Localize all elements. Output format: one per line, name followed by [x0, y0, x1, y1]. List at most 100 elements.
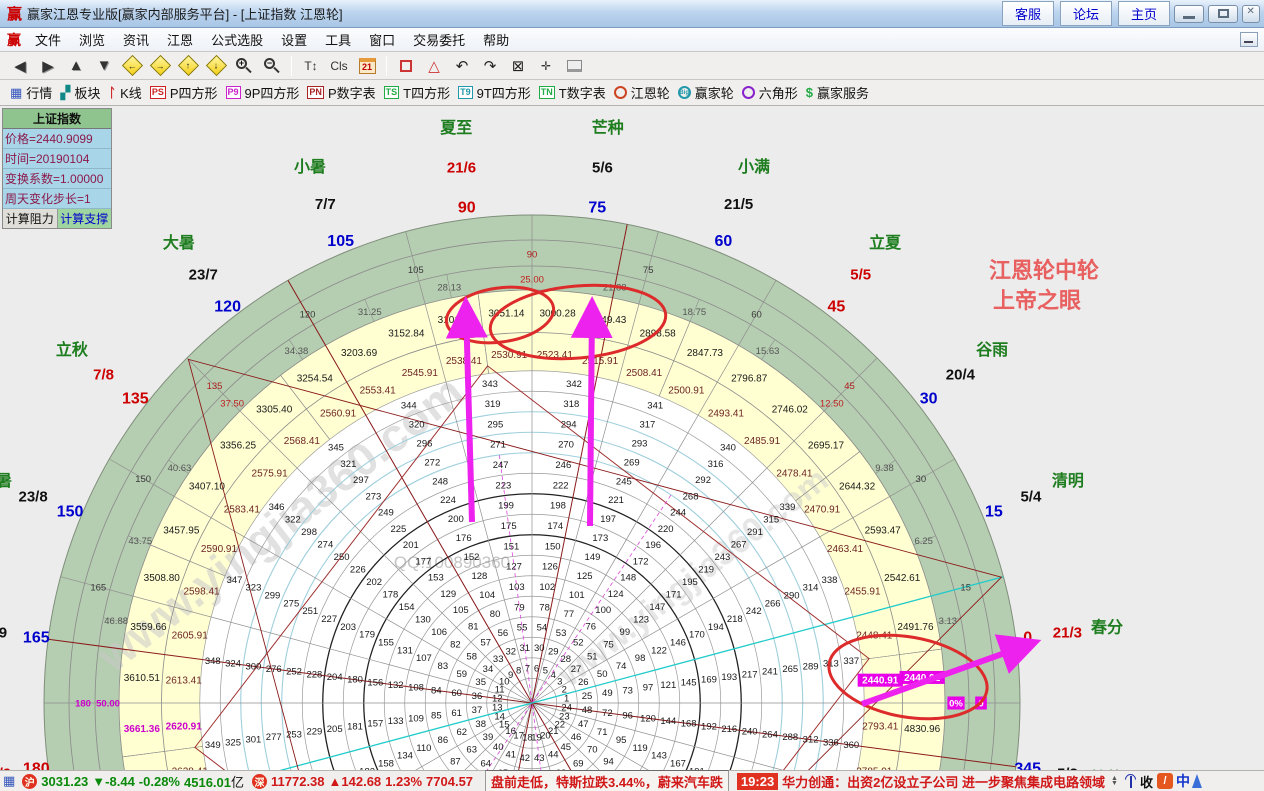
diamond-up-icon[interactable]: ↑ [175, 54, 201, 78]
calendar-icon[interactable]: 21 [354, 54, 380, 78]
forum-link-button[interactable]: 论坛 [1060, 1, 1112, 26]
kline-button[interactable]: ᛚK线 [108, 83, 141, 102]
svg-text:36: 36 [472, 691, 483, 702]
menu-5[interactable]: 设置 [272, 30, 316, 51]
peak-up-icon[interactable]: ▲ [63, 54, 89, 78]
menu-8[interactable]: 交易委托 [404, 30, 474, 51]
quote-grid-icon[interactable]: ▦ [3, 773, 15, 789]
svg-text:90: 90 [527, 250, 538, 261]
svg-text:337: 337 [843, 656, 859, 667]
minimize-button[interactable] [1174, 5, 1204, 23]
zoom-out-icon[interactable]: − [259, 54, 285, 78]
calc-resistance-button[interactable]: 计算阻力 [3, 209, 58, 228]
winner-wheel-button[interactable]: Big赢家轮 [678, 83, 734, 102]
calc-support-button[interactable]: 计算支撑 [58, 209, 112, 228]
svg-text:2491.76: 2491.76 [897, 622, 934, 633]
gann-wheel-chart[interactable]: www.yingjia360.comwww.yingjia360.comQQ:1… [0, 106, 1264, 770]
ticker-message[interactable]: 盘前走低，特斯拉跌3.44%，蔚来汽车跌 [485, 770, 729, 791]
rotate-cw-icon[interactable]: ↷ [477, 54, 503, 78]
back-icon[interactable]: ◀ [7, 54, 33, 78]
svg-text:2644.32: 2644.32 [839, 481, 876, 492]
svg-text:153: 153 [428, 573, 444, 584]
svg-text:28.13: 28.13 [437, 283, 461, 294]
rotate-ccw-icon[interactable]: ↶ [449, 54, 475, 78]
triangle-tool-icon[interactable]: △ [421, 54, 447, 78]
svg-text:2620.91: 2620.91 [166, 721, 203, 732]
close-button[interactable] [1242, 5, 1260, 23]
svg-text:3203.69: 3203.69 [341, 348, 378, 359]
forward-icon[interactable]: ▶ [35, 54, 61, 78]
svg-text:3254.54: 3254.54 [297, 373, 334, 384]
service-link-button[interactable]: 客服 [1002, 1, 1054, 26]
svg-text:2440.91: 2440.91 [862, 676, 899, 687]
ime-indicator[interactable]: 中 [1176, 771, 1190, 791]
svg-text:29: 29 [548, 647, 559, 658]
degree-label-45: 45 [827, 298, 845, 315]
svg-text:180: 180 [75, 699, 91, 710]
gann-wheel-svg[interactable]: www.yingjia360.comwww.yingjia360.comQQ:1… [0, 106, 1264, 770]
svg-text:2542.61: 2542.61 [884, 573, 921, 584]
news-message[interactable]: 华力创通：出资2亿设立子公司 进一步聚焦集成电路领域 [782, 772, 1105, 791]
t-square-button[interactable]: TST四方形 [384, 83, 450, 102]
sz-index: 11772.38 [271, 774, 325, 789]
winner-service-button[interactable]: $赢家服务 [806, 83, 869, 102]
svg-text:99: 99 [620, 627, 631, 638]
svg-text:202: 202 [366, 577, 382, 588]
diamond-down-icon[interactable]: ↓ [203, 54, 229, 78]
svg-text:60: 60 [451, 688, 462, 699]
hexagon-button[interactable]: 六角形 [742, 83, 798, 102]
svg-text:2796.87: 2796.87 [731, 373, 768, 384]
svg-text:4: 4 [551, 670, 556, 681]
solar-term-150: 处暑 [0, 471, 12, 490]
svg-text:3356.25: 3356.25 [220, 441, 257, 452]
ticker-scroll-buttons[interactable]: ▲▼ [1111, 776, 1118, 786]
svg-text:322: 322 [285, 514, 301, 525]
svg-text:30: 30 [534, 643, 545, 654]
svg-text:191: 191 [689, 766, 705, 770]
child-minimize-button[interactable] [1240, 32, 1258, 47]
cls-button[interactable]: Cls [326, 54, 352, 78]
svg-text:345: 345 [328, 443, 344, 454]
tray-app-icon[interactable]: / [1157, 773, 1173, 789]
gann-wheel-button[interactable]: 江恩轮 [614, 83, 670, 102]
menu-9[interactable]: 帮助 [474, 30, 518, 51]
diamond-left-icon[interactable]: ← [119, 54, 145, 78]
maximize-button[interactable] [1208, 5, 1238, 23]
zoom-in-icon[interactable]: + [231, 54, 257, 78]
screen-icon[interactable] [561, 54, 587, 78]
menu-4[interactable]: 公式选股 [202, 30, 272, 51]
date-label-90: 21/6 [447, 160, 476, 177]
box-x-icon[interactable]: ⊠ [505, 54, 531, 78]
menu-0[interactable]: 文件 [26, 30, 70, 51]
p-table-button[interactable]: PNP数字表 [307, 83, 375, 102]
t-range-icon[interactable]: T↕ [298, 54, 324, 78]
svg-text:299: 299 [264, 590, 280, 601]
peak-down-icon[interactable]: ▼ [91, 54, 117, 78]
menu-3[interactable]: 江恩 [158, 30, 202, 51]
square-tool-icon[interactable] [393, 54, 419, 78]
svg-text:80: 80 [490, 609, 501, 620]
p9-square-button[interactable]: P99P四方形 [226, 83, 300, 102]
home-link-button[interactable]: 主页 [1118, 1, 1170, 26]
svg-text:61: 61 [451, 708, 462, 719]
menu-2[interactable]: 资讯 [114, 30, 158, 51]
svg-text:165: 165 [90, 582, 106, 593]
menu-1[interactable]: 浏览 [70, 30, 114, 51]
svg-text:3407.10: 3407.10 [189, 481, 226, 492]
annotation-wheel-title: 江恩轮中轮 [989, 258, 1099, 283]
p-square-button[interactable]: PSP四方形 [150, 83, 218, 102]
svg-text:324: 324 [225, 659, 241, 670]
sectors-button[interactable]: ▞板块 [60, 83, 100, 102]
menu-6[interactable]: 工具 [316, 30, 360, 51]
t9-square-button[interactable]: T99T四方形 [458, 83, 531, 102]
center-cross-icon[interactable]: ✛ [533, 54, 559, 78]
svg-text:7: 7 [525, 663, 530, 674]
svg-text:45: 45 [560, 742, 571, 753]
menu-7[interactable]: 窗口 [360, 30, 404, 51]
svg-text:3610.51: 3610.51 [124, 673, 161, 684]
quotes-button[interactable]: ▦行情 [10, 83, 52, 102]
t-table-button[interactable]: TNT数字表 [539, 83, 606, 102]
diamond-right-icon[interactable]: → [147, 54, 173, 78]
svg-text:119: 119 [633, 743, 648, 754]
svg-text:222: 222 [553, 480, 569, 491]
